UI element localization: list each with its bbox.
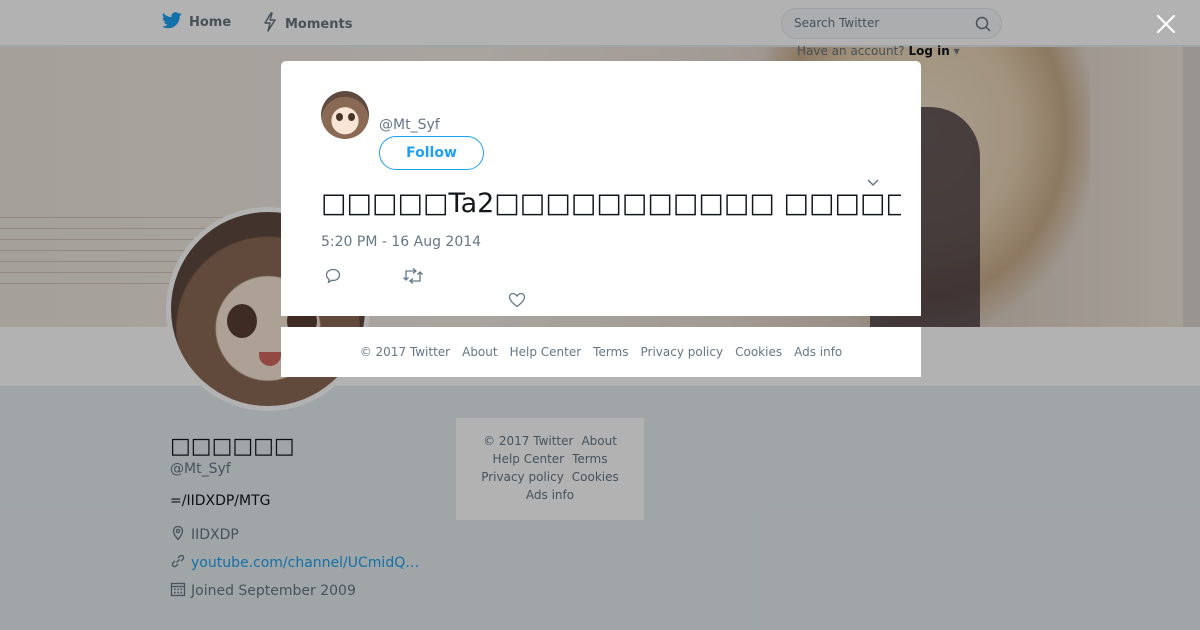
footer-cookies-link[interactable]: Cookies <box>735 345 782 359</box>
reply-icon[interactable] <box>324 267 342 289</box>
heart-icon[interactable] <box>508 292 526 312</box>
footer-help-link[interactable]: Help Center <box>510 345 582 359</box>
follow-button[interactable]: Follow <box>379 136 484 170</box>
avatar-eye-right <box>348 113 355 121</box>
tweet-timestamp[interactable]: 5:20 PM - 16 Aug 2014 <box>321 234 481 250</box>
footer-privacy-link[interactable]: Privacy policy <box>641 345 724 359</box>
close-icon[interactable] <box>1154 12 1178 36</box>
footer-about-link[interactable]: About <box>462 345 497 359</box>
tweet-text: □□□□□Ta2□□□□□□□□□□□ □□□□□□□□□□□□□□□□□□□□ <box>321 188 901 219</box>
modal-footer: © 2017 Twitter About Help Center Terms P… <box>281 327 921 377</box>
tweet-author-avatar[interactable] <box>321 91 369 139</box>
footer-ads-link[interactable]: Ads info <box>794 345 842 359</box>
retweet-icon[interactable] <box>402 267 424 289</box>
footer-copyright: © 2017 Twitter <box>359 345 451 359</box>
tweet-author-handle[interactable]: @Mt_Syf <box>379 117 440 133</box>
tweet-modal: @Mt_Syf Follow □□□□□Ta2□□□□□□□□□□□ □□□□□… <box>281 61 921 316</box>
footer-terms-link[interactable]: Terms <box>593 345 628 359</box>
avatar-eye-left <box>336 113 343 121</box>
